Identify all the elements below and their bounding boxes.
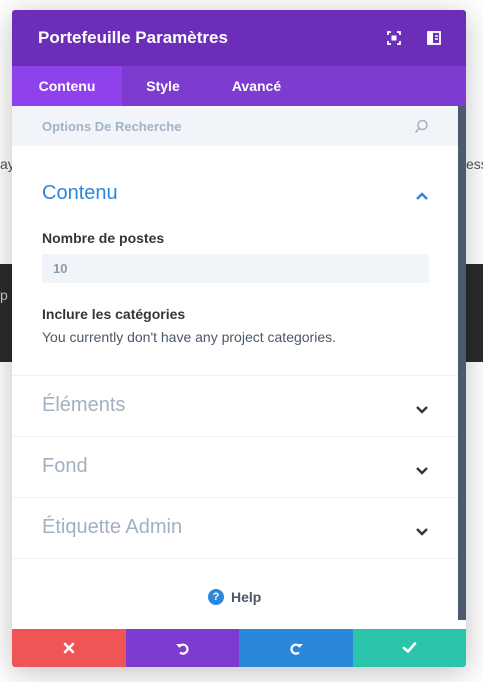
toggle-elements-title[interactable]: Éléments <box>42 394 125 417</box>
chevron-up-icon[interactable] <box>415 188 429 200</box>
chevron-down-icon[interactable] <box>415 524 429 536</box>
divider <box>12 436 458 437</box>
tab-avance[interactable]: Avancé <box>204 66 309 106</box>
help-label: Help <box>231 589 262 605</box>
divider <box>12 558 458 559</box>
discard-button[interactable] <box>12 629 126 667</box>
categories-info-text: You currently don't have any project cat… <box>42 329 336 345</box>
redo-button[interactable] <box>239 629 353 667</box>
search-input[interactable]: Options De Recherche <box>42 119 181 134</box>
posts-count-input[interactable] <box>42 254 429 283</box>
background-dark-text: p <box>0 287 8 303</box>
modal-footer <box>12 629 466 667</box>
toggle-contenu-title[interactable]: Contenu <box>42 182 118 205</box>
save-button[interactable] <box>353 629 466 667</box>
divider <box>12 497 458 498</box>
settings-panel: Options De Recherche Contenu Nombre de p… <box>12 106 466 628</box>
undo-icon <box>176 643 189 655</box>
toggle-admin-label-title[interactable]: Étiquette Admin <box>42 516 182 539</box>
posts-count-label: Nombre de postes <box>42 230 165 246</box>
check-icon <box>402 642 417 653</box>
chevron-down-icon[interactable] <box>415 463 429 475</box>
sidebar-layout-icon[interactable] <box>426 30 442 46</box>
search-icon <box>414 119 429 134</box>
close-icon <box>63 642 75 654</box>
settings-modal: Portefeuille Paramètres Contenu Style Av… <box>12 10 466 667</box>
toggle-fond-title[interactable]: Fond <box>42 455 88 478</box>
search-bar[interactable]: Options De Recherche <box>12 106 458 146</box>
tab-bar: Contenu Style Avancé <box>12 66 466 106</box>
fullscreen-icon[interactable] <box>386 30 402 46</box>
divider <box>12 375 458 376</box>
scrollbar[interactable] <box>458 106 466 620</box>
modal-title: Portefeuille Paramètres <box>38 28 228 47</box>
chevron-down-icon[interactable] <box>415 402 429 414</box>
redo-icon <box>290 643 303 655</box>
help-icon: ? <box>208 589 224 605</box>
tab-style[interactable]: Style <box>122 66 204 106</box>
tab-contenu[interactable]: Contenu <box>12 66 122 106</box>
background-text-right: essu <box>466 156 483 172</box>
categories-label: Inclure les catégories <box>42 306 186 322</box>
undo-button[interactable] <box>126 629 239 667</box>
modal-header: Portefeuille Paramètres <box>12 10 466 66</box>
